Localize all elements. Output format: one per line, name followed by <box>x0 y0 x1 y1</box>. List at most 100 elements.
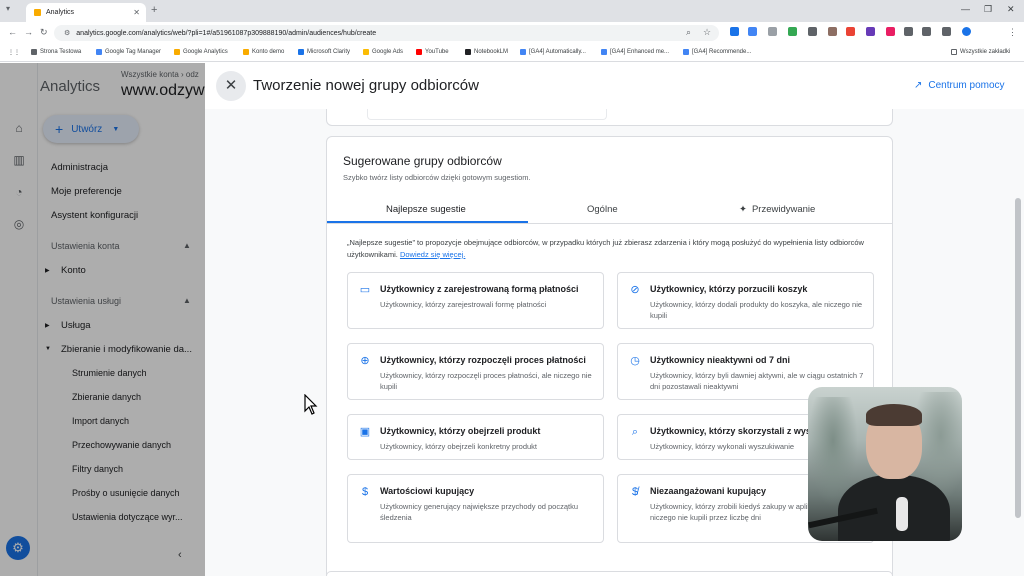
panel-scrollbar[interactable] <box>1015 198 1021 518</box>
suggestion-tabs: Najlepsze sugestie Ogólne ✦ Przewidywanie <box>327 195 892 224</box>
forward-icon[interactable]: → <box>24 27 33 37</box>
zoom-icon[interactable]: ⌕ <box>686 27 691 38</box>
bookmark-label: Microsoft Clarity <box>307 49 351 55</box>
extension-icon[interactable] <box>768 27 777 36</box>
google-icon <box>683 49 689 55</box>
bookmark-label: Google Ads <box>372 49 404 55</box>
bookmark-label: Strona Testowa <box>40 49 82 55</box>
bookmark-item[interactable]: NotebookLM <box>465 49 508 55</box>
magic-wand-icon: ✦ <box>739 204 747 215</box>
url-field[interactable]: ⚙ analytics.google.com/analytics/web/?pl… <box>54 25 719 41</box>
browser-tab[interactable]: Analytics ✕ <box>26 3 146 22</box>
suggestion-card[interactable]: ▭ Użytkownicy z zarejestrowaną formą pła… <box>347 272 604 329</box>
dollar-icon: $ <box>361 486 369 498</box>
bookmark-star-icon[interactable]: ☆ <box>703 27 711 38</box>
all-bookmarks-label: Wszystkie zakładki <box>960 49 1011 55</box>
suggestion-title: Użytkownicy, którzy porzucili koszyk <box>650 284 808 294</box>
tab-search-icon[interactable]: ▾ <box>6 4 10 13</box>
bookmark-label: Konto demo <box>252 49 285 55</box>
all-bookmarks[interactable]: Wszystkie zakładki <box>951 49 1010 55</box>
bookmark-label: Google Tag Manager <box>105 49 161 55</box>
card-subtitle: Szybko twórz listy odbiorców dzięki goto… <box>343 173 531 182</box>
help-center-label: Centrum pomocy <box>928 80 1005 91</box>
close-panel-button[interactable]: ✕ <box>216 71 246 101</box>
extension-icon[interactable] <box>886 27 895 36</box>
modal-scrim[interactable] <box>0 63 205 576</box>
suggestion-card[interactable]: $ Wartościowi kupujący Użytkownicy gener… <box>347 474 604 543</box>
panel-title: Tworzenie nowej grupy odbiorców <box>253 77 479 94</box>
profile-avatar[interactable] <box>962 27 971 36</box>
mouse-cursor-icon <box>304 394 318 415</box>
bookmark-item[interactable]: YouTube <box>416 49 449 55</box>
back-icon[interactable]: ← <box>8 27 17 37</box>
bookmark-item[interactable]: [GA4] Automatically... <box>520 49 586 55</box>
minimize-icon[interactable]: — <box>961 4 970 14</box>
suggestion-card[interactable]: ▣ Użytkownicy, którzy obejrzeli produkt … <box>347 414 604 460</box>
reload-icon[interactable]: ↻ <box>40 27 48 38</box>
bookmark-label: NotebookLM <box>474 49 509 55</box>
bookmark-item[interactable]: Microsoft Clarity <box>298 49 350 55</box>
youtube-icon <box>416 49 422 55</box>
bookmark-item[interactable]: Google Analytics <box>174 49 228 55</box>
restore-icon[interactable]: ❐ <box>984 4 992 15</box>
extension-icon[interactable] <box>730 27 739 36</box>
bookmark-label: Google Analytics <box>183 49 228 55</box>
extension-icon[interactable] <box>846 27 855 36</box>
browser-tab-bar: ▾ Analytics ✕ + — ❐ ✕ <box>0 0 1024 22</box>
site-info-icon[interactable]: ⚙ <box>64 29 70 37</box>
extensions-puzzle-icon[interactable] <box>942 27 951 36</box>
bookmark-icon <box>96 49 102 55</box>
webcam-overlay <box>808 387 962 541</box>
suggestion-card[interactable]: ⊘ Użytkownicy, którzy porzucili koszyk U… <box>617 272 874 329</box>
product-view-icon: ▣ <box>359 426 371 438</box>
bookmark-item[interactable]: [GA4] Enhanced me... <box>601 49 669 55</box>
next-card <box>326 571 893 576</box>
bookmark-label: [GA4] Automatically... <box>529 49 586 55</box>
bookmark-icon <box>363 49 369 55</box>
bookmark-icon <box>174 49 180 55</box>
extension-icon[interactable] <box>922 27 931 36</box>
bookmark-item[interactable]: Google Ads <box>363 49 403 55</box>
bookmark-item[interactable]: Strona Testowa <box>31 49 81 55</box>
suggestion-desc: Użytkownicy, którzy zarejestrowali formę… <box>380 300 547 309</box>
tab-top-suggestions[interactable]: Najlepsze sugestie <box>386 204 466 215</box>
apps-icon[interactable]: ⋮⋮ <box>8 49 20 56</box>
bookmark-icon <box>465 49 471 55</box>
new-tab-icon[interactable]: + <box>151 4 157 16</box>
analytics-favicon-icon <box>34 9 41 16</box>
url-text: analytics.google.com/analytics/web/?pli=… <box>76 29 377 37</box>
suggestion-title: Użytkownicy, którzy skorzystali z wys <box>650 426 811 436</box>
cart-icon: ⊕ <box>360 355 370 367</box>
extension-icon[interactable] <box>904 27 913 36</box>
bookmark-label: [GA4] Enhanced me... <box>610 49 670 55</box>
folder-icon <box>951 49 957 55</box>
extension-icon[interactable] <box>866 27 875 36</box>
google-icon <box>520 49 526 55</box>
help-center-link[interactable]: ↗ Centrum pomocy <box>914 80 1005 91</box>
bookmark-item[interactable]: Konto demo <box>243 49 284 55</box>
extension-icon[interactable] <box>788 27 797 36</box>
suggestion-card[interactable]: ⊕ Użytkownicy, którzy rozpoczęli proces … <box>347 343 604 400</box>
tab-predictive[interactable]: ✦ Przewidywanie <box>739 204 815 215</box>
suggestion-title: Wartościowi kupujący <box>380 486 475 496</box>
suggestion-desc: Użytkownicy, którzy rozpoczęli proces pł… <box>380 371 592 391</box>
search-icon: ⌕ <box>631 426 639 438</box>
browser-menu-icon[interactable]: ⋮ <box>1008 27 1017 38</box>
extension-icon[interactable] <box>808 27 817 36</box>
bookmark-label: YouTube <box>425 49 449 55</box>
close-window-icon[interactable]: ✕ <box>1007 4 1015 15</box>
extension-icon[interactable] <box>748 27 757 36</box>
remove-cart-icon: ⊘ <box>630 284 640 296</box>
close-tab-icon[interactable]: ✕ <box>133 8 140 17</box>
google-icon <box>601 49 607 55</box>
suggestions-description: „Najlepsze sugestie” to propozycje obejm… <box>347 237 877 261</box>
bookmark-item[interactable]: [GA4] Recommende... <box>683 49 751 55</box>
suggestion-title: Użytkownicy, którzy obejrzeli produkt <box>380 426 541 436</box>
extension-icon[interactable] <box>828 27 837 36</box>
bookmark-item[interactable]: Google Tag Manager <box>96 49 161 55</box>
tab-general[interactable]: Ogólne <box>587 204 618 215</box>
bookmark-icon <box>298 49 304 55</box>
external-link-icon: ↗ <box>914 80 923 91</box>
bookmark-icon <box>31 49 37 55</box>
learn-more-link[interactable]: Dowiedz się więcej. <box>400 250 465 259</box>
